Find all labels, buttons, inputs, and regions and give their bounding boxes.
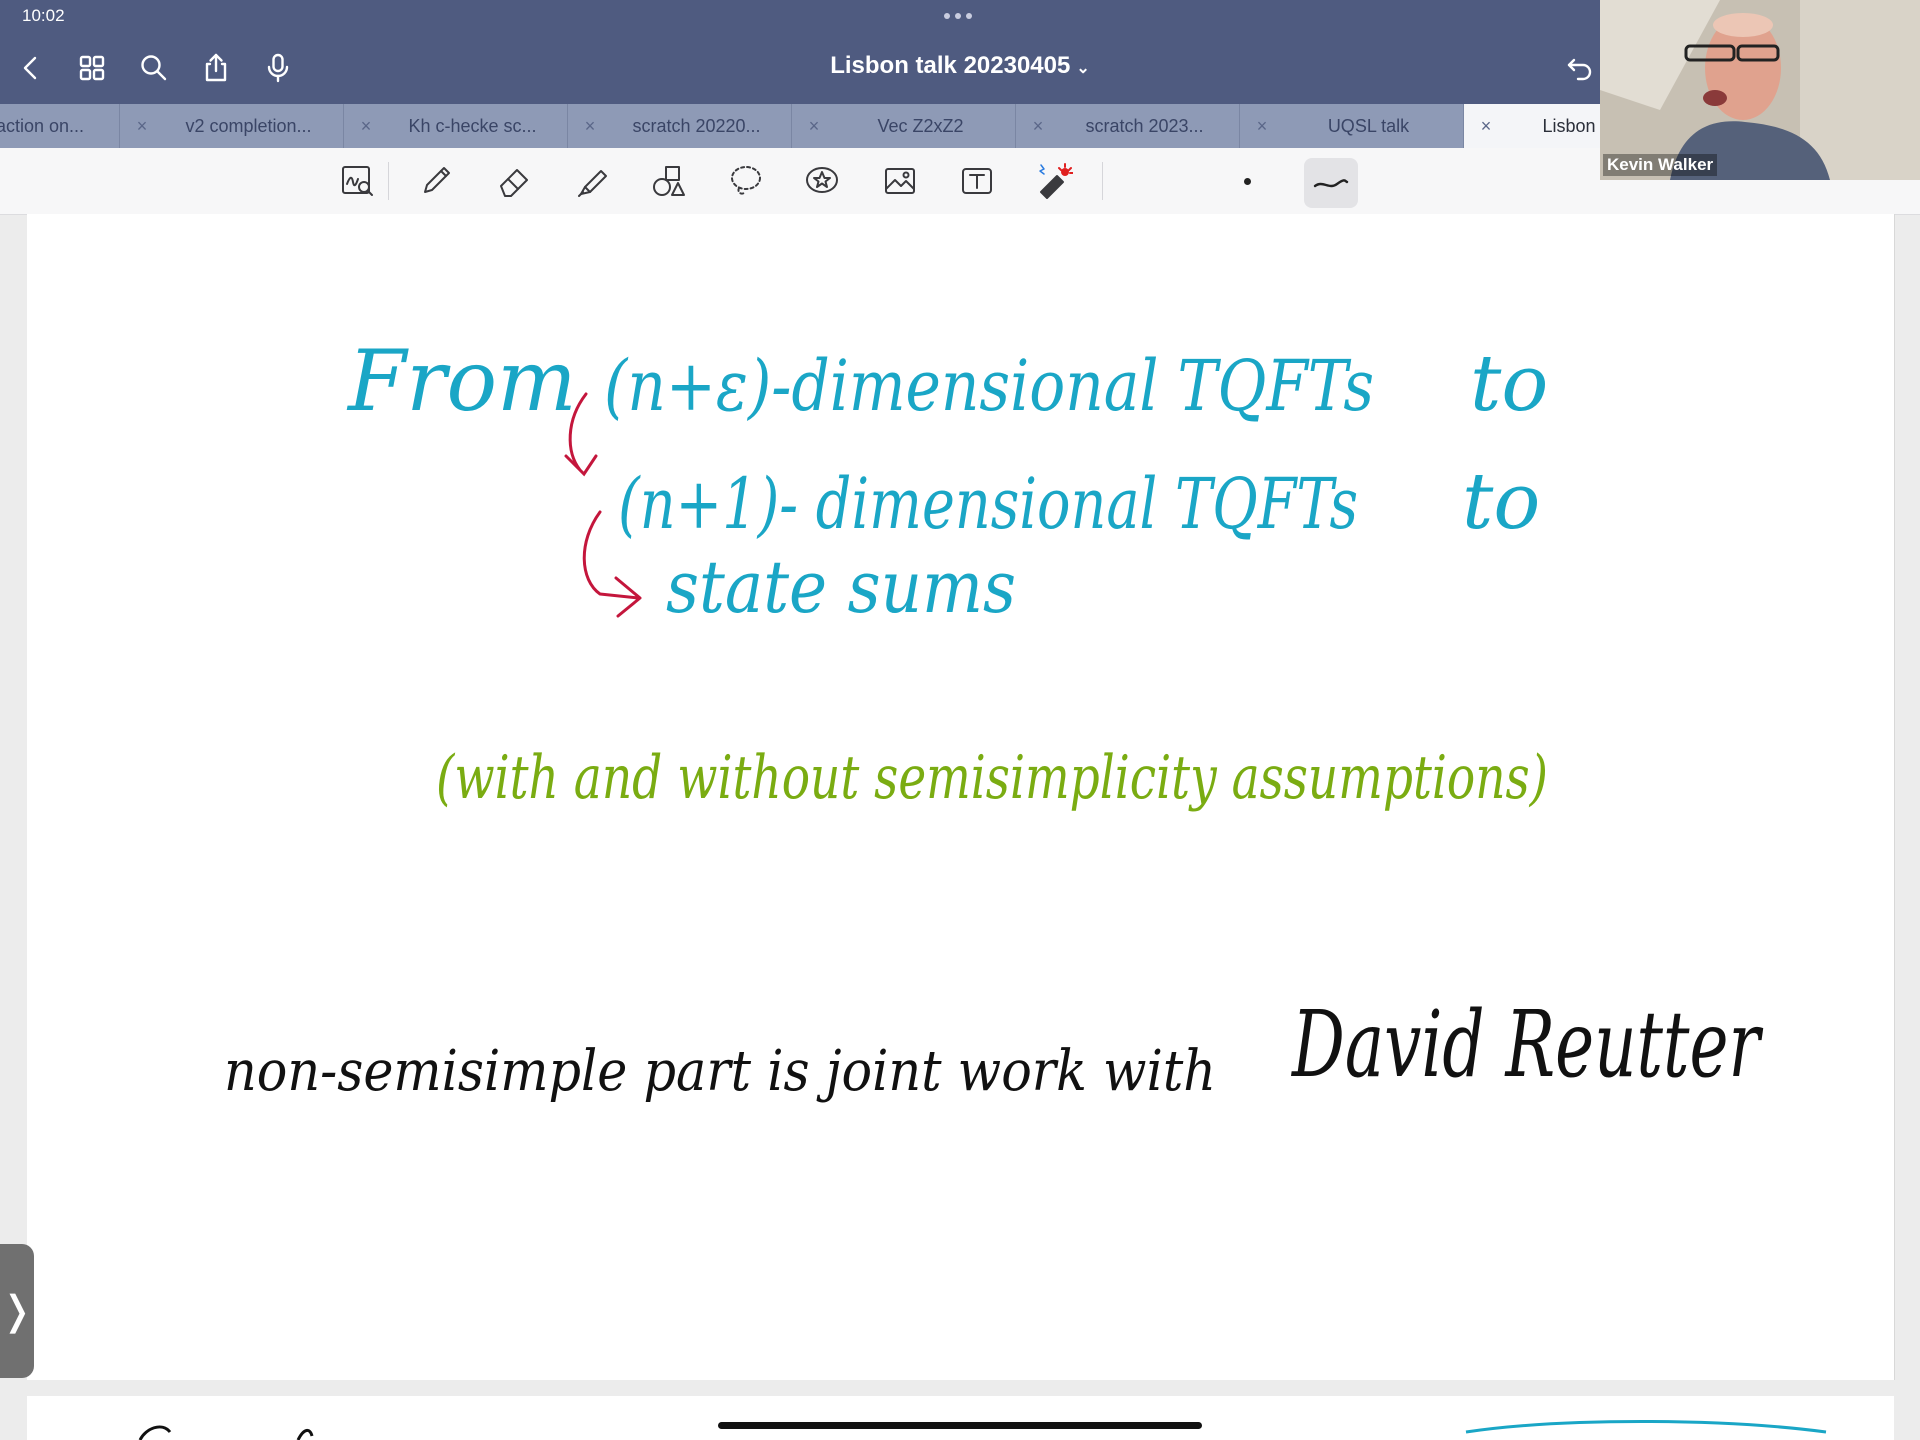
webcam-video (1600, 0, 1920, 180)
status-time: 10:02 (22, 6, 65, 25)
tab-label: Kh c-hecke sc... (408, 115, 537, 136)
zoom-window-icon[interactable] (334, 158, 382, 204)
tab-close-icon[interactable]: × (1240, 116, 1284, 137)
tab-close-icon[interactable]: × (344, 116, 388, 137)
tab-close-icon[interactable]: × (568, 116, 612, 137)
stroke-style-icon[interactable] (1304, 158, 1358, 208)
tab-label: v2 completion... (185, 115, 312, 136)
tab-scratch-20220[interactable]: × scratch 20220... (568, 104, 792, 148)
tab-uqsl-talk[interactable]: × UQSL talk (1240, 104, 1464, 148)
sticker-icon[interactable] (798, 158, 846, 204)
tab-bar: action on... × v2 completion... × Kh c-h… (0, 104, 1640, 148)
lasso-icon[interactable] (722, 158, 770, 204)
tab-v2-completion[interactable]: × v2 completion... (120, 104, 344, 148)
tab-vec-z2xz2[interactable]: × Vec Z2xZ2 (792, 104, 1016, 148)
multitasking-dots-icon[interactable] (944, 13, 978, 21)
pen-icon[interactable] (412, 158, 460, 204)
notebook-page[interactable] (27, 214, 1895, 1380)
image-icon[interactable] (876, 158, 924, 204)
home-indicator[interactable] (718, 1422, 1202, 1429)
shapes-icon[interactable] (645, 158, 693, 204)
chevron-right-icon[interactable]: ❭ (0, 1288, 34, 1334)
tab-label: Vec Z2xZ2 (877, 115, 964, 136)
tab-label: scratch 2023... (1085, 115, 1204, 136)
tab-close-icon[interactable]: × (792, 116, 836, 137)
tab-kh-c-hecke[interactable]: × Kh c-hecke sc... (344, 104, 568, 148)
highlighter-icon[interactable] (568, 158, 616, 204)
participant-name: Kevin Walker (1603, 154, 1718, 176)
laser-pointer-icon[interactable] (1030, 158, 1078, 204)
tab-close-icon[interactable]: × (120, 116, 164, 137)
tab-scratch-2023[interactable]: × scratch 2023... (1016, 104, 1240, 148)
tab-close-icon[interactable]: × (1464, 116, 1508, 137)
text-tool-icon[interactable] (953, 158, 1001, 204)
next-notebook-page[interactable] (27, 1396, 1894, 1440)
tab-action-on[interactable]: action on... (0, 104, 120, 148)
stroke-size-dot-icon[interactable] (1244, 178, 1251, 185)
chevron-down-icon[interactable]: ⌄ (1076, 60, 1089, 77)
tab-label: scratch 20220... (632, 115, 761, 136)
tab-label: UQSL talk (1327, 115, 1410, 136)
tab-close-icon[interactable]: × (1016, 116, 1060, 137)
top-bar: 10:02 Lisbon talk 20230405 ⌄ (0, 0, 1600, 104)
side-panel-toggle[interactable]: ❭ (0, 1244, 34, 1378)
eraser-icon[interactable] (490, 158, 538, 204)
document-title-text[interactable]: Lisbon talk 20230405 (830, 52, 1070, 79)
tab-label: action on... (0, 115, 85, 136)
undo-icon[interactable] (1560, 48, 1600, 88)
